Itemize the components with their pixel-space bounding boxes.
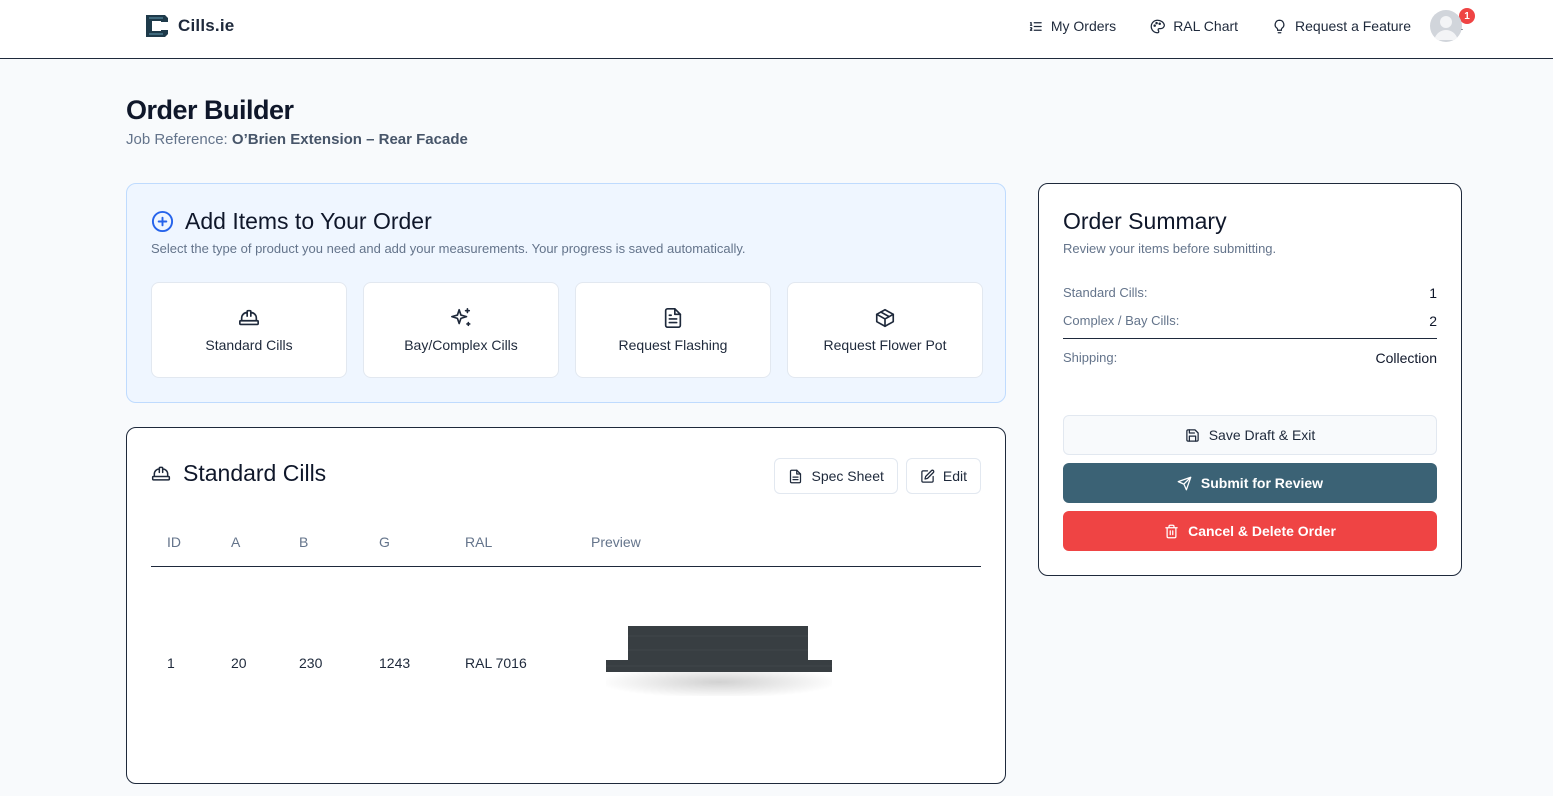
table-header: ID A B G RAL Preview	[151, 532, 981, 567]
edit-label: Edit	[942, 468, 967, 484]
tile-standard-cills[interactable]: Standard Cills	[151, 282, 347, 378]
palette-icon	[1150, 19, 1166, 33]
summary-standard-value: 1	[1429, 285, 1437, 301]
package-icon	[875, 308, 895, 328]
main-nav: My Orders RAL Chart Request a Feature 1	[1028, 0, 1475, 52]
add-items-subtitle: Select the type of product you need and …	[151, 241, 746, 256]
tile-request-flower-pot[interactable]: Request Flower Pot	[787, 282, 983, 378]
avatar[interactable]	[1430, 10, 1462, 42]
trash-icon	[1165, 524, 1178, 538]
tile-bay-complex-cills[interactable]: Bay/Complex Cills	[363, 282, 559, 378]
summary-complex-label: Complex / Bay Cills:	[1063, 313, 1180, 328]
cell-g: 1243	[379, 655, 411, 671]
standard-cills-heading: Standard Cills	[151, 460, 326, 487]
summary-shipping-label: Shipping:	[1063, 350, 1118, 365]
cell-b: 230	[299, 655, 323, 671]
order-summary-subtitle: Review your items before submitting.	[1063, 241, 1277, 256]
standard-cills-card: Standard Cills Spec Sheet Edit ID A B G …	[126, 427, 1006, 784]
brand-logo-icon	[146, 15, 168, 37]
column-id: ID	[167, 534, 181, 550]
column-preview: Preview	[591, 534, 641, 550]
job-reference-value: O’Brien Extension – Rear Facade	[231, 131, 468, 148]
spec-sheet-button[interactable]: Spec Sheet	[774, 458, 898, 494]
cancel-delete-label: Cancel & Delete Order	[1188, 523, 1336, 539]
save-draft-button[interactable]: Save Draft & Exit	[1063, 415, 1437, 455]
summary-divider	[1063, 338, 1437, 339]
summary-line-shipping: Shipping: Collection	[1063, 350, 1437, 366]
tile-request-flashing-label: Request Flashing	[618, 337, 728, 353]
page-title: Order Builder	[126, 95, 294, 125]
user-avatar-icon	[1434, 16, 1458, 40]
nav-my-orders[interactable]: My Orders	[1028, 18, 1116, 34]
tile-standard-cills-label: Standard Cills	[205, 337, 293, 353]
standard-cills-title: Standard Cills	[183, 460, 327, 486]
top-navbar: Cills.ie My Orders RAL Chart Request a F…	[0, 0, 1553, 59]
plus-circle-icon	[151, 210, 174, 233]
nav-request-feature[interactable]: Request a Feature	[1272, 18, 1411, 34]
save-icon	[1185, 428, 1199, 442]
summary-standard-label: Standard Cills:	[1063, 285, 1148, 300]
table-row[interactable]: 1 20 230 1243 RAL 7016	[151, 568, 981, 758]
summary-line-standard: Standard Cills: 1	[1063, 285, 1437, 301]
order-summary-title: Order Summary	[1063, 208, 1227, 234]
job-reference-label: Job Reference:	[126, 131, 228, 148]
cell-a: 20	[231, 655, 247, 671]
edit-icon	[921, 469, 935, 483]
edit-button[interactable]: Edit	[905, 458, 981, 494]
file-text-icon	[790, 469, 802, 483]
nav-ral-chart[interactable]: RAL Chart	[1150, 18, 1238, 34]
column-g: G	[379, 534, 390, 550]
column-b: B	[299, 534, 309, 550]
sparkles-icon	[451, 308, 471, 327]
hard-hat-icon	[151, 466, 171, 481]
cell-ral: RAL 7016	[465, 655, 527, 671]
brand-name: Cills.ie	[178, 16, 235, 35]
submit-review-button[interactable]: Submit for Review	[1063, 463, 1437, 503]
summary-line-complex: Complex / Bay Cills: 2	[1063, 313, 1437, 329]
job-reference: Job Reference: O’Brien Extension – Rear …	[126, 131, 468, 148]
add-items-title: Add Items to Your Order	[185, 208, 432, 234]
add-items-card: Add Items to Your Order Select the type …	[126, 183, 1006, 403]
add-items-heading: Add Items to Your Order	[151, 208, 432, 235]
summary-shipping-value: Collection	[1375, 350, 1437, 366]
lightbulb-icon	[1274, 19, 1285, 33]
submit-review-label: Submit for Review	[1200, 475, 1324, 491]
cancel-delete-button[interactable]: Cancel & Delete Order	[1063, 511, 1437, 551]
send-icon	[1177, 476, 1192, 490]
column-ral: RAL	[465, 534, 493, 550]
brand[interactable]: Cills.ie	[143, 12, 234, 40]
summary-complex-value: 2	[1429, 313, 1437, 329]
cell-id: 1	[167, 655, 175, 671]
nav-ral-chart-label: RAL Chart	[1173, 18, 1239, 34]
order-summary-card: Order Summary Review your items before s…	[1038, 183, 1462, 576]
tile-request-flashing[interactable]: Request Flashing	[575, 282, 771, 378]
nav-my-orders-label: My Orders	[1050, 18, 1117, 34]
save-draft-label: Save Draft & Exit	[1208, 427, 1316, 443]
list-ordered-icon	[1029, 21, 1042, 31]
nav-request-feature-label: Request a Feature	[1295, 18, 1411, 34]
product-tiles: Standard Cills Bay/Complex Cills Request…	[151, 282, 983, 378]
hard-hat-icon	[239, 309, 259, 326]
spec-sheet-label: Spec Sheet	[811, 468, 884, 484]
card-actions: Spec Sheet Edit	[774, 458, 981, 494]
file-text-icon	[664, 308, 682, 328]
column-a: A	[231, 534, 241, 550]
tile-request-flower-pot-label: Request Flower Pot	[823, 337, 947, 353]
tile-bay-complex-cills-label: Bay/Complex Cills	[404, 337, 518, 353]
cill-preview-image	[606, 626, 832, 696]
